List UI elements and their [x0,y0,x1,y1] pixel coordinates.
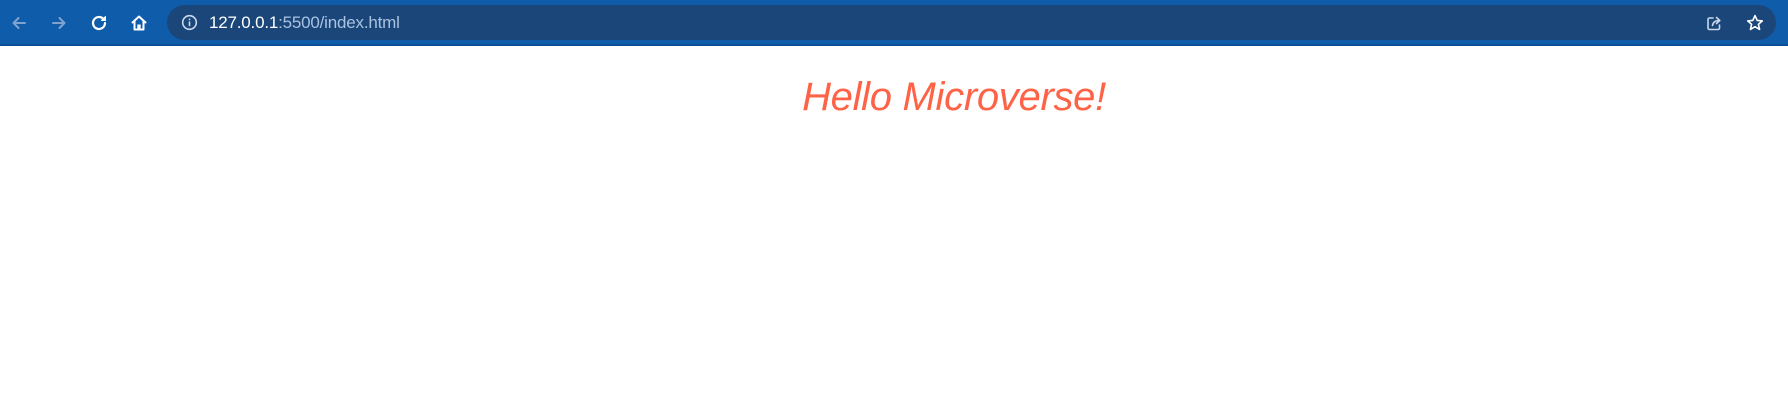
url-host: 127.0.0.1 [209,13,279,32]
forward-button[interactable] [43,7,75,39]
home-button[interactable] [123,7,155,39]
back-button[interactable] [3,7,35,39]
url-path: :5500/index.html [278,13,400,32]
reload-icon [89,13,109,33]
page-content: Hello Microverse! [0,46,1788,416]
arrow-left-icon [9,13,29,33]
browser-toolbar: 127.0.0.1:5500/index.html [0,0,1788,46]
arrow-right-icon [49,13,69,33]
share-icon[interactable] [1702,11,1726,35]
star-icon[interactable] [1743,11,1767,35]
home-icon [129,13,149,33]
page-heading: Hello Microverse! [802,75,1106,119]
info-circle-icon[interactable] [180,13,199,32]
url-text[interactable]: 127.0.0.1:5500/index.html [209,13,400,33]
reload-button[interactable] [83,7,115,39]
address-bar[interactable]: 127.0.0.1:5500/index.html [167,5,1776,40]
